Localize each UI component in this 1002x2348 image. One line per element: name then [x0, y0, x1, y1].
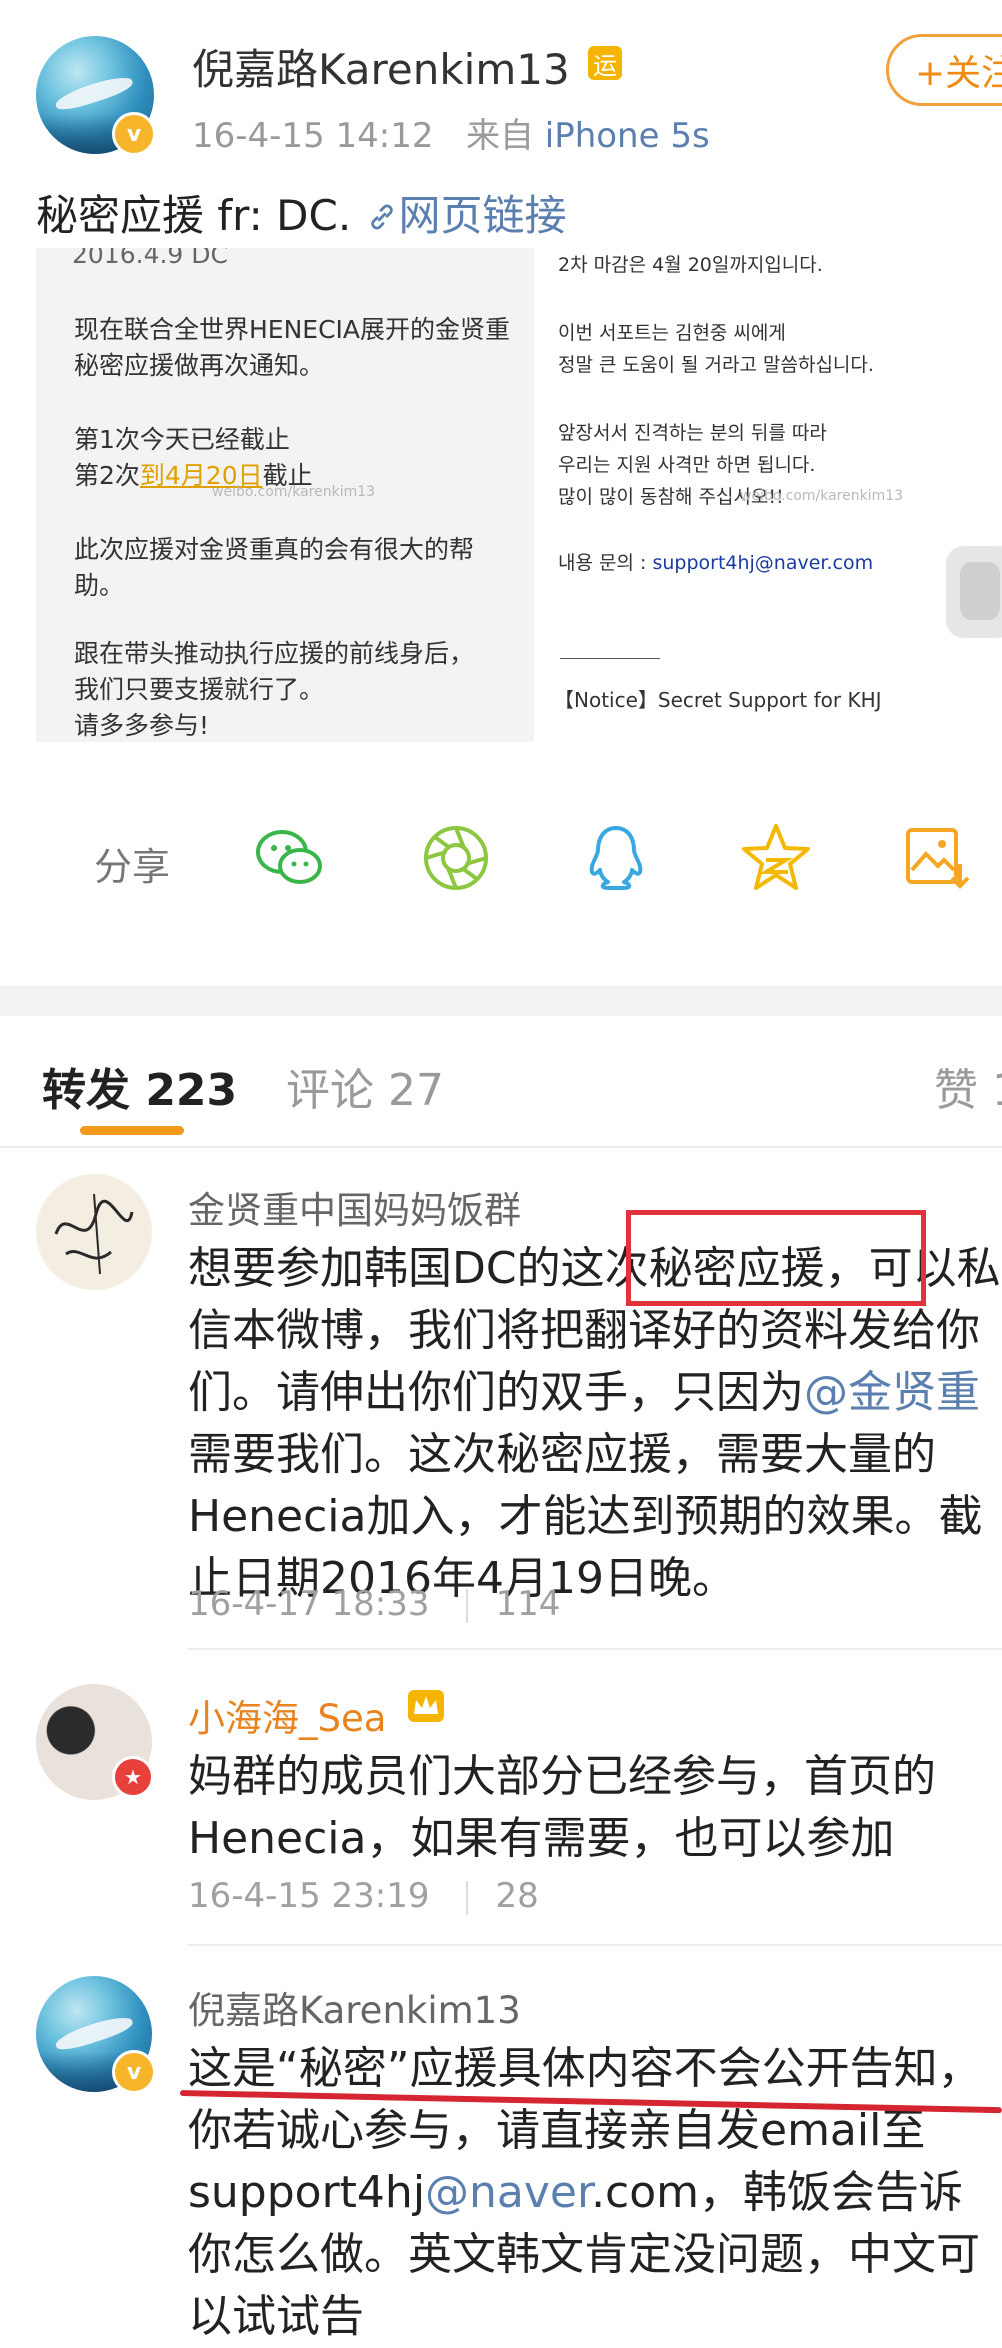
comment-like-count[interactable]: 114	[496, 1584, 561, 1624]
web-link-label[interactable]: 网页链接	[399, 191, 567, 240]
comment-meta: 16-4-15 23:19 28	[188, 1876, 539, 1916]
image-line: 우리는 지원 사격만 하면 됩니다.	[558, 454, 816, 476]
tab-active-indicator	[80, 1126, 184, 1135]
comment-divider	[188, 1648, 1002, 1650]
image-line: 现在联合全世界HENECIA展开的金贤重	[74, 315, 511, 344]
comment-text: 这是“秘密”应援具体内容不会公开告知，你若诚心参与，请直接亲自发email至su…	[188, 2043, 982, 2342]
image-line: 정말 큰 도움이 될 거라고 말씀하십니다.	[558, 354, 874, 376]
image-line: 2차 마감은 4월 20일까지입니다.	[558, 254, 823, 276]
image-line: 请多多参与!	[74, 711, 210, 740]
image-line: 秘密应援做再次通知。	[74, 351, 325, 380]
image-line: 이번 서포트는 김현중 씨에게	[558, 322, 786, 344]
wechat-icon[interactable]	[252, 820, 328, 896]
notice-image-korean[interactable]: 2차 마감은 4월 20일까지입니다. 이번 서포트는 김현중 씨에게 정말 큰…	[540, 248, 1002, 742]
comment-time: 16-4-17 18:33	[188, 1584, 430, 1624]
qq-icon[interactable]	[578, 820, 654, 896]
contact-email: support4hj@naver.com	[652, 552, 874, 574]
image-line: 跟在带头推动执行应援的前线身后，	[74, 639, 475, 668]
floating-scroll-handle[interactable]	[946, 546, 1002, 638]
verified-icon: v	[112, 112, 156, 156]
notice-image-chinese[interactable]: 2016.4.9 DC 现在联合全世界HENECIA展开的金贤重 秘密应援做再次…	[36, 248, 534, 742]
qzone-star-icon[interactable]	[738, 820, 814, 896]
tab-comment[interactable]: 评论 27	[286, 1054, 444, 1118]
member-badge-icon: 运	[588, 46, 622, 80]
comment-divider	[188, 1944, 1002, 1946]
comment-like-count[interactable]: 28	[496, 1876, 539, 1916]
follow-button[interactable]: +关注	[886, 34, 1002, 106]
image-watermark: weibo.com/karenkim13	[212, 484, 376, 500]
comment-text: 妈群的成员们大部分已经参与，首页的Henecia，如果有需要，也可以参加	[188, 1751, 936, 1864]
image-line: 我们只要支援就行了。	[74, 675, 325, 704]
moments-icon[interactable]	[418, 820, 494, 896]
post-source-prefix: 来自	[465, 116, 534, 156]
image-notice: 【Notice】Secret Support for KHJ	[554, 688, 882, 712]
image-watermark: weibo.com/karenkim13	[740, 488, 904, 504]
section-gap	[0, 986, 1002, 1016]
verified-icon: v	[112, 2050, 156, 2094]
image-line: 此次应援对金贤重真的会有很大的帮	[74, 535, 475, 564]
mention-link[interactable]: @naver	[425, 2167, 591, 2218]
post-text: 秘密应援 fr: DC.	[36, 191, 352, 240]
image-date: 2016.4.9 DC	[72, 248, 228, 269]
tab-repost[interactable]: 转发 223	[42, 1054, 237, 1118]
web-link[interactable]: 网页链接	[365, 191, 567, 240]
member-star-icon: ★	[112, 1756, 154, 1798]
comment-time: 16-4-15 23:19	[188, 1876, 430, 1916]
comment-avatar[interactable]	[36, 1174, 152, 1290]
post-source: iPhone 5s	[544, 116, 710, 156]
comment-meta: 16-4-17 18:33 114	[188, 1584, 560, 1624]
image-divider	[560, 658, 660, 659]
comment-author[interactable]: 金贤重中国妈妈饭群	[188, 1180, 521, 1234]
share-label: 分享	[94, 845, 171, 889]
tab-like[interactable]: 赞 1	[934, 1054, 1002, 1118]
comment-author[interactable]: 倪嘉路Karenkim13	[188, 1980, 521, 2034]
save-image-icon[interactable]	[898, 820, 974, 896]
image-contact: 내용 문의 : support4hj@naver.com	[558, 552, 874, 574]
comment-author[interactable]: 小海海_Sea	[188, 1688, 386, 1742]
post-time: 16-4-15 14:12	[192, 116, 434, 156]
post-body: 秘密应援 fr: DC. 网页链接	[36, 182, 567, 243]
highlight-box	[626, 1210, 926, 1306]
signature-image	[54, 1193, 134, 1275]
author-name[interactable]: 倪嘉路Karenkim13	[192, 36, 570, 97]
image-line: 앞장서서 진격하는 분의 뒤를 따라	[558, 422, 827, 444]
tabs-divider	[0, 1146, 1002, 1148]
crown-icon	[408, 1690, 444, 1722]
link-icon	[370, 204, 393, 230]
image-line: 第1次今天已经截止	[74, 425, 290, 454]
mention-link[interactable]: @金贤重	[804, 1367, 980, 1418]
image-line: 助。	[74, 571, 125, 600]
post-meta: 16-4-15 14:12 来自 iPhone 5s	[192, 108, 710, 157]
